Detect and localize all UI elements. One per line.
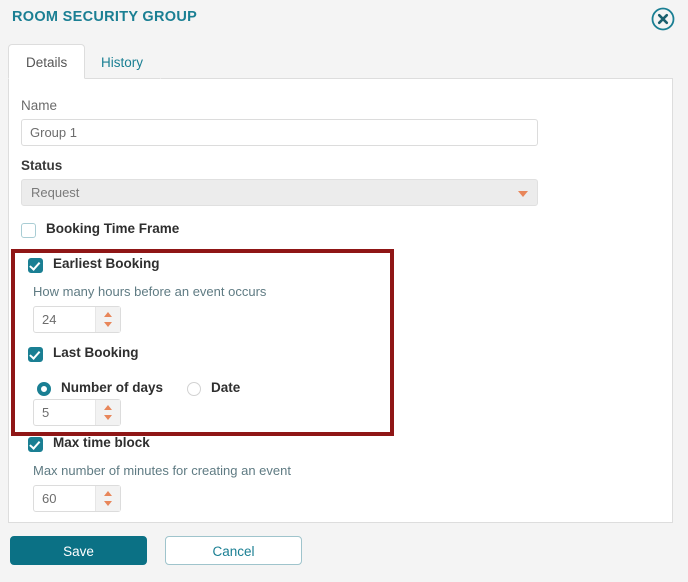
page-title: ROOM SECURITY GROUP xyxy=(12,9,198,25)
tab-bar: Details History xyxy=(8,44,673,80)
last-booking-spin-buttons[interactable] xyxy=(95,400,120,425)
spin-down-icon[interactable] xyxy=(104,501,112,506)
number-of-days-radio[interactable] xyxy=(37,382,51,396)
tab-details-label: Details xyxy=(26,55,68,70)
spin-down-icon[interactable] xyxy=(104,415,112,420)
spin-down-icon[interactable] xyxy=(104,322,112,327)
last-booking-input[interactable] xyxy=(34,400,96,425)
last-booking-label: Last Booking xyxy=(53,345,139,360)
max-time-block-checkbox[interactable] xyxy=(28,437,43,452)
max-time-block-hint: Max number of minutes for creating an ev… xyxy=(33,463,291,478)
number-of-days-label: Number of days xyxy=(61,380,164,395)
name-label: Name xyxy=(21,98,58,113)
cancel-button[interactable]: Cancel xyxy=(165,536,302,565)
close-circle-icon[interactable] xyxy=(650,6,676,32)
last-booking-checkbox[interactable] xyxy=(28,347,43,362)
status-label: Status xyxy=(21,158,63,173)
booking-time-frame-label: Booking Time Frame xyxy=(46,221,180,236)
save-button-label: Save xyxy=(63,544,94,559)
tab-history-label: History xyxy=(101,55,144,70)
spin-up-icon[interactable] xyxy=(104,312,112,317)
earliest-booking-checkbox[interactable] xyxy=(28,258,43,273)
dialog-footer: Save Cancel xyxy=(0,524,688,582)
earliest-booking-spin-buttons[interactable] xyxy=(95,307,120,332)
earliest-booking-stepper[interactable] xyxy=(33,306,121,333)
earliest-booking-label: Earliest Booking xyxy=(53,256,160,271)
date-label: Date xyxy=(211,380,241,395)
tab-history[interactable]: History xyxy=(83,44,162,79)
booking-time-frame-checkbox[interactable] xyxy=(21,223,36,238)
earliest-booking-input[interactable] xyxy=(34,307,96,332)
caret-down-icon xyxy=(518,191,528,197)
cancel-button-label: Cancel xyxy=(212,544,255,559)
max-time-block-label: Max time block xyxy=(53,435,150,450)
tab-details[interactable]: Details xyxy=(8,44,86,79)
date-radio[interactable] xyxy=(187,382,201,396)
spin-up-icon[interactable] xyxy=(104,405,112,410)
details-panel: Name Status Request Booking Time Frame E… xyxy=(8,79,673,523)
dialog-header: ROOM SECURITY GROUP xyxy=(0,0,688,40)
save-button[interactable]: Save xyxy=(10,536,147,565)
earliest-booking-hint: How many hours before an event occurs xyxy=(33,284,267,299)
status-select-value: Request xyxy=(31,185,80,200)
name-input[interactable] xyxy=(21,119,538,146)
status-select[interactable]: Request xyxy=(21,179,538,206)
last-booking-stepper[interactable] xyxy=(33,399,121,426)
max-time-block-stepper[interactable] xyxy=(33,485,121,512)
spin-up-icon[interactable] xyxy=(104,491,112,496)
max-time-block-spin-buttons[interactable] xyxy=(95,486,120,511)
max-time-block-input[interactable] xyxy=(34,486,96,511)
